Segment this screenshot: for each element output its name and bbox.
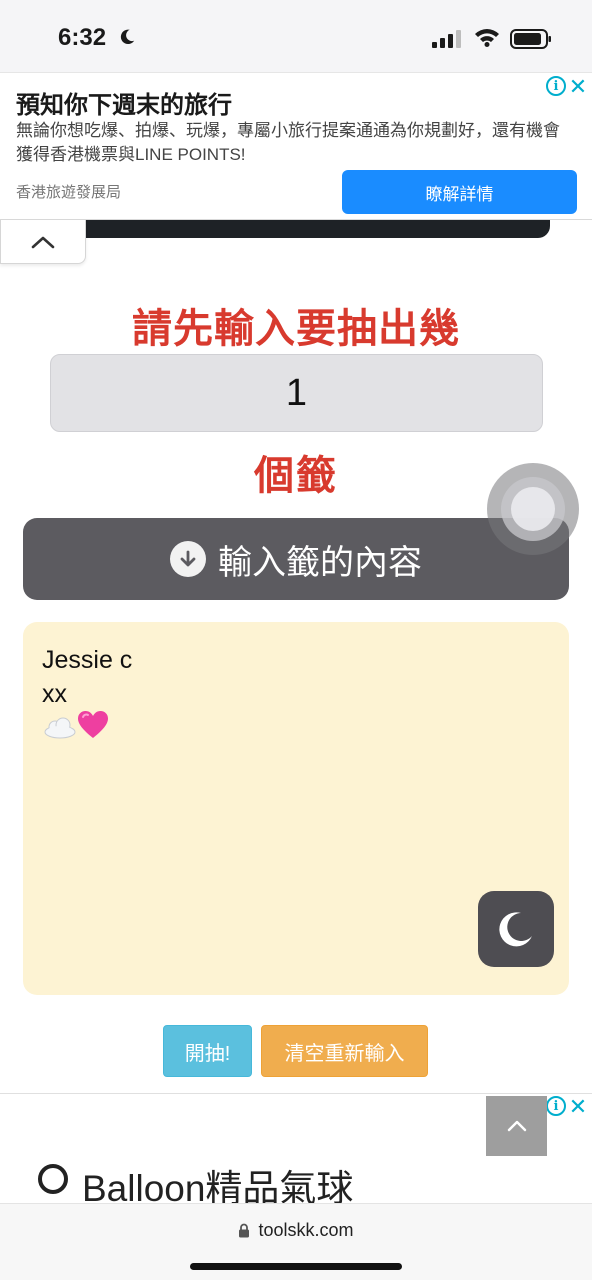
cellular-signal-icon (432, 30, 461, 48)
enter-lot-content-label: 輸入籤的內容 (218, 543, 422, 582)
header-image-strip (70, 220, 550, 238)
chevron-up-icon (507, 1120, 526, 1132)
enter-lot-content-button[interactable]: 輸入籤的內容 (23, 518, 569, 600)
back-to-top-button[interactable] (486, 1096, 547, 1156)
browser-address-bar[interactable]: toolskk.com (0, 1203, 592, 1280)
clear-reset-button[interactable]: 清空重新輸入 (261, 1025, 428, 1077)
top-ad-banner[interactable]: 預知你下週末的旅行 無論你想吃爆、拍爆、玩爆，專屬小旅行提案通通為你規劃好，還有… (0, 72, 592, 220)
cloud-emoji (44, 717, 76, 739)
ad-advertiser: 香港旅遊發展局 (16, 184, 122, 201)
arrow-down-circle-icon (170, 541, 206, 577)
lot-line: Jessie c (42, 646, 133, 674)
lot-count-input[interactable] (50, 354, 543, 432)
status-bar: 6:32 (0, 0, 592, 72)
moon-icon (120, 29, 135, 45)
ad-close-icon[interactable]: ✕ (569, 76, 587, 98)
ad-info-icon[interactable]: i (546, 1096, 566, 1116)
status-time: 6:32 (58, 24, 107, 51)
assistive-touch-button[interactable] (487, 463, 579, 555)
pink-heart-emoji (78, 711, 108, 738)
dark-mode-toggle[interactable] (478, 891, 554, 967)
draw-button[interactable]: 開抽! (163, 1025, 252, 1077)
lot-line: xx (42, 680, 67, 708)
lock-icon (239, 1223, 250, 1238)
ad-close-icon[interactable]: ✕ (569, 1096, 587, 1118)
moon-icon (499, 912, 532, 947)
ad-learn-more-button[interactable]: 瞭解詳情 (342, 170, 577, 214)
battery-icon (510, 29, 551, 49)
wifi-icon (475, 29, 499, 47)
url-text[interactable]: toolskk.com (258, 1220, 353, 1241)
collapse-ad-button[interactable] (0, 220, 86, 264)
ad-description[interactable]: 無論你想吃爆、拍爆、玩爆，專屬小旅行提案通通為你規劃好，還有機會獲得香港機票與L… (16, 119, 576, 167)
ad-title[interactable]: 預知你下週末的旅行 (16, 85, 232, 120)
ad-info-icon[interactable]: i (546, 76, 566, 96)
lot-count-heading: 請先輸入要抽出幾 (132, 307, 460, 351)
home-indicator[interactable] (190, 1263, 402, 1270)
chevron-up-icon (31, 236, 55, 248)
balloon-logo-icon (38, 1164, 68, 1194)
